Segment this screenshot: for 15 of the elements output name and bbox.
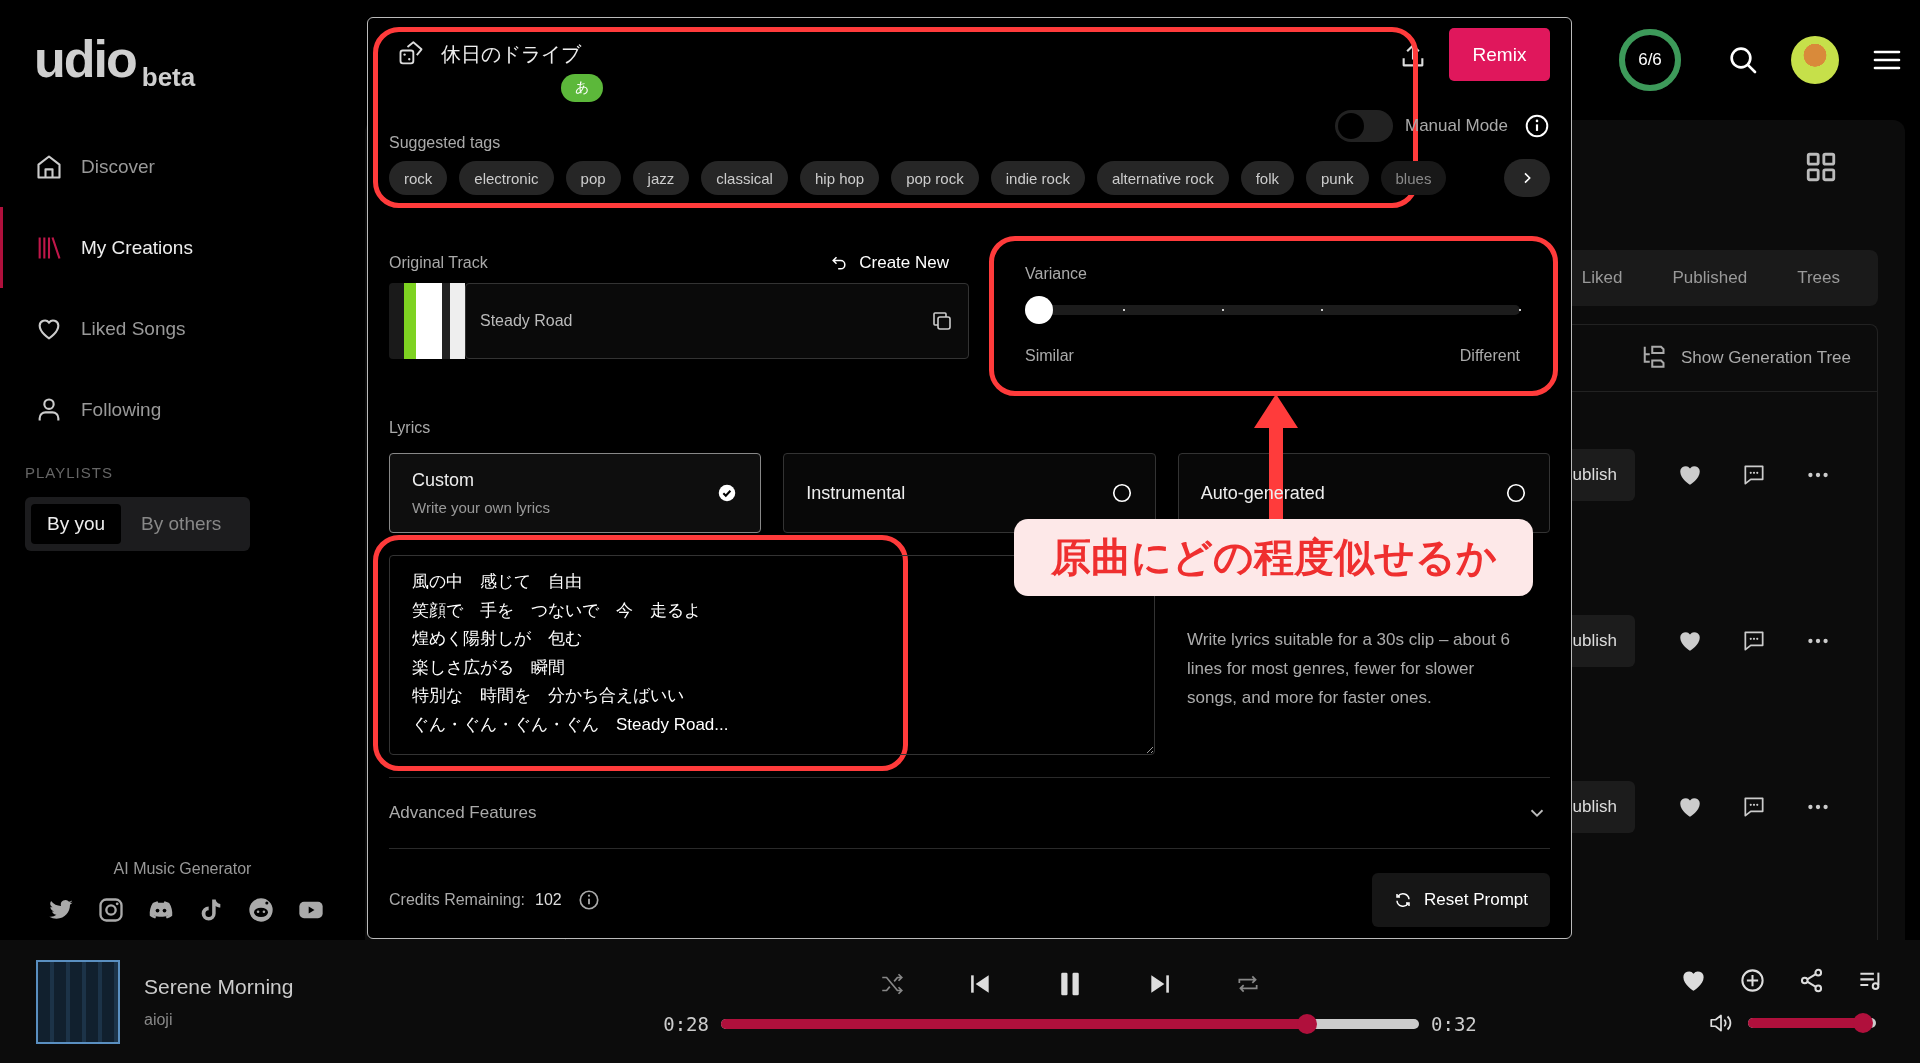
credits-label: Credits Remaining: xyxy=(389,891,526,909)
variance-label: Variance xyxy=(1025,265,1087,282)
similar-label: Similar xyxy=(1025,347,1074,365)
original-track-label: Original Track xyxy=(389,254,488,272)
beta-label: beta xyxy=(141,64,196,90)
lyrics-hint: Write lyrics suitable for a 30s clip – about 6 lines for most genres, fewer for slower songs, and more for faster ones. xyxy=(1187,629,1511,709)
annotation-tooltip: 原曲にどの程度似せるか xyxy=(1014,519,1533,596)
playlists-heading: PLAYLISTS xyxy=(25,464,114,481)
suggested-tags-label: Suggested tags xyxy=(389,134,501,152)
credits-value: 102 xyxy=(535,891,562,909)
different-label: Different xyxy=(1459,347,1520,365)
lyrics-label: Lyrics xyxy=(389,419,432,437)
duration-time: 0:32 xyxy=(1431,1012,1477,1035)
elapsed-time: 0:28 xyxy=(663,1012,709,1035)
tagline: AI Music Generator xyxy=(112,860,253,878)
